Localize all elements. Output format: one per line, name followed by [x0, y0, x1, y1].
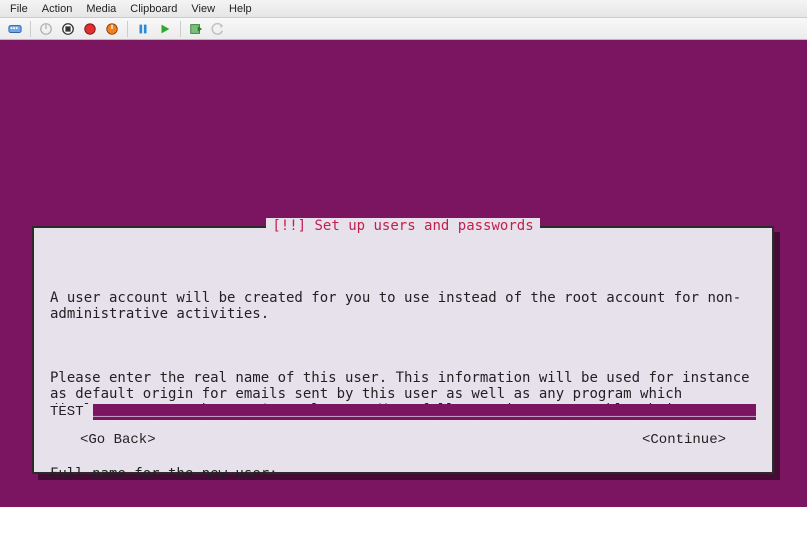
toolbar	[0, 18, 807, 40]
input-fill: ________________________________________…	[93, 404, 756, 420]
toolbar-separator	[127, 21, 128, 37]
continue-button[interactable]: <Continue>	[642, 432, 726, 448]
save-state-icon[interactable]	[81, 20, 99, 38]
fullname-input-value: TEST	[50, 404, 84, 420]
dialog-buttons: <Go Back> <Continue>	[34, 432, 772, 448]
menu-help[interactable]: Help	[223, 2, 258, 16]
go-back-button[interactable]: <Go Back>	[80, 432, 156, 448]
dialog-para1: A user account will be created for you t…	[50, 290, 756, 322]
menu-file[interactable]: File	[4, 2, 34, 16]
revert-icon[interactable]	[209, 20, 227, 38]
menu-action[interactable]: Action	[36, 2, 79, 16]
vm-screen[interactable]: [!!] Set up users and passwords A user a…	[4, 44, 807, 507]
installer-dialog: [!!] Set up users and passwords A user a…	[32, 226, 774, 474]
dialog-body: A user account will be created for you t…	[34, 228, 772, 542]
dialog-title: [!!] Set up users and passwords	[266, 218, 539, 234]
shutdown-icon[interactable]	[59, 20, 77, 38]
menu-clipboard[interactable]: Clipboard	[124, 2, 183, 16]
pause-icon[interactable]	[134, 20, 152, 38]
dialog-title-row: [!!] Set up users and passwords	[34, 218, 772, 234]
text-cursor	[84, 404, 93, 420]
start-icon[interactable]	[156, 20, 174, 38]
turn-off-icon[interactable]	[37, 20, 55, 38]
vm-display[interactable]: [!!] Set up users and passwords A user a…	[0, 40, 807, 507]
menu-view[interactable]: View	[185, 2, 221, 16]
ctrl-alt-del-icon[interactable]	[6, 20, 24, 38]
menubar: File Action Media Clipboard View Help	[0, 0, 807, 18]
menu-media[interactable]: Media	[80, 2, 122, 16]
dialog-prompt: Full name for the new user:	[50, 466, 756, 482]
checkpoint-icon[interactable]	[187, 20, 205, 38]
toolbar-separator	[180, 21, 181, 37]
fullname-input[interactable]: TEST ____________________________________…	[50, 404, 756, 420]
reset-icon[interactable]	[103, 20, 121, 38]
toolbar-separator	[30, 21, 31, 37]
